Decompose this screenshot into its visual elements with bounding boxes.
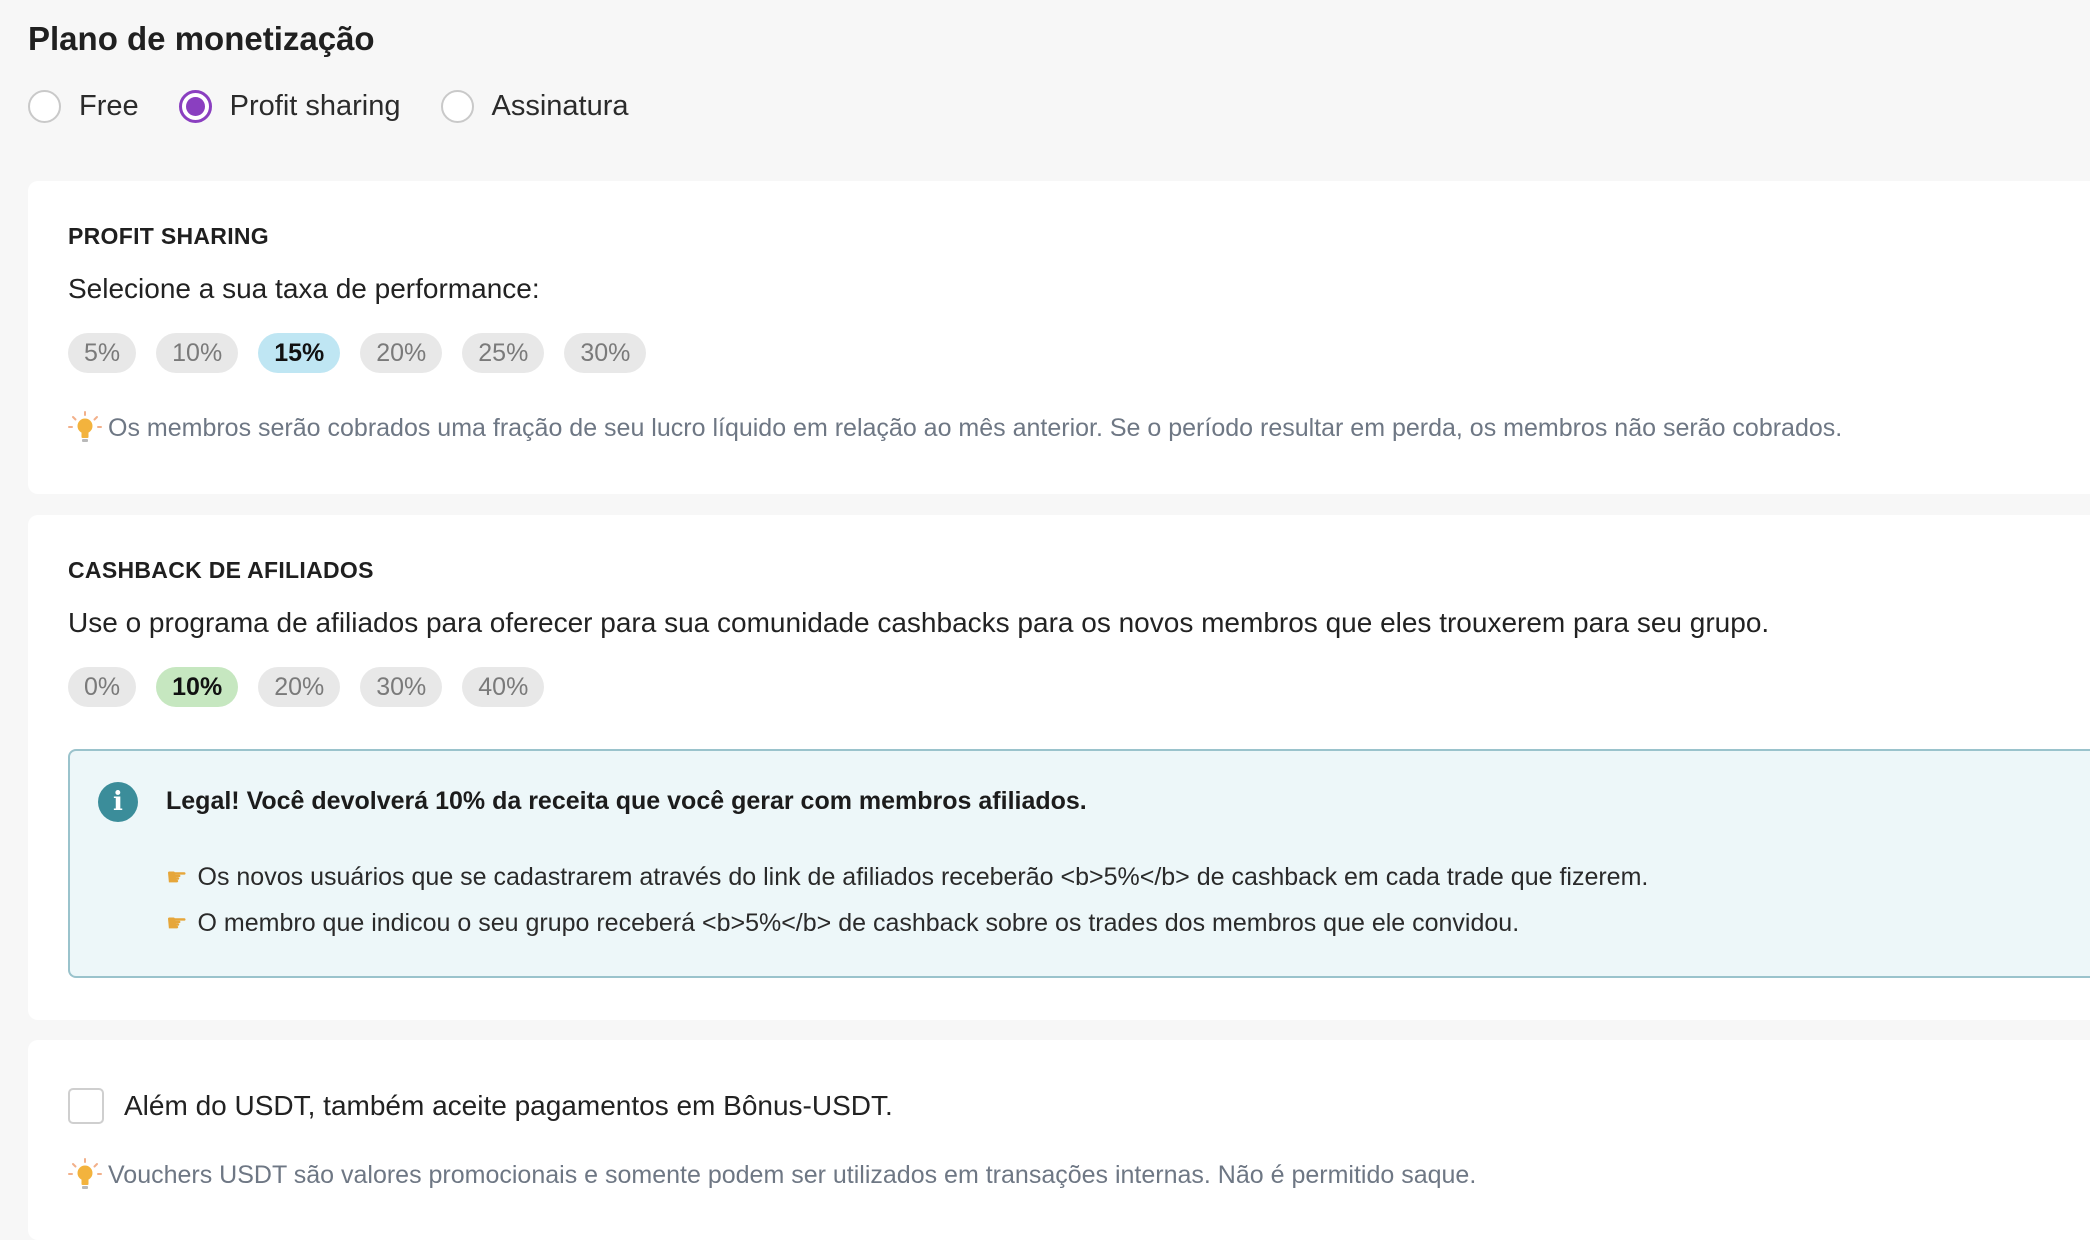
radio-label: Assinatura xyxy=(491,90,629,122)
info-line: ☛ Os novos usuários que se cadastrarem a… xyxy=(166,863,1648,892)
info-icon: i xyxy=(98,782,138,822)
page-title: Plano de monetização xyxy=(28,20,375,57)
info-line: ☛ O membro que indicou o seu grupo receb… xyxy=(166,909,1519,938)
cashback-card: CASHBACK DE AFILIADOS Use o programa de … xyxy=(28,515,2090,1020)
pointing-hand-icon: ☛ xyxy=(166,910,188,937)
lightbulb-icon xyxy=(68,411,102,442)
section-description: Use o programa de afiliados para oferece… xyxy=(68,607,1770,638)
section-description: Selecione a sua taxa de performance: xyxy=(68,273,540,304)
rate-chip-10[interactable]: 10% xyxy=(156,333,239,373)
hint-text: Vouchers USDT são valores promocionais e… xyxy=(108,1160,1477,1189)
radio-free[interactable]: Free xyxy=(28,90,139,123)
cashback-chip-10[interactable]: 10% xyxy=(156,667,239,707)
cashback-chip-20[interactable]: 20% xyxy=(258,667,341,707)
bonus-usdt-checkbox[interactable] xyxy=(68,1088,104,1124)
rate-chip-25[interactable]: 25% xyxy=(462,333,545,373)
radio-dot xyxy=(185,97,205,116)
section-title: CASHBACK DE AFILIADOS xyxy=(68,557,374,583)
cashback-info-box: i Legal! Você devolverá 10% da receita q… xyxy=(68,749,2090,978)
cashback-chip-30[interactable]: 30% xyxy=(360,667,443,707)
plan-radio-group: Free Profit sharing Assinatura xyxy=(28,90,669,123)
rate-chip-30[interactable]: 30% xyxy=(564,333,647,373)
rate-chip-15[interactable]: 15% xyxy=(258,333,341,373)
radio-profit-sharing[interactable]: Profit sharing xyxy=(178,90,401,123)
radio-button[interactable] xyxy=(178,90,212,123)
rate-chip-5[interactable]: 5% xyxy=(68,333,137,373)
section-title: PROFIT SHARING xyxy=(68,223,269,249)
radio-assinatura[interactable]: Assinatura xyxy=(440,90,629,123)
cashback-chip-0[interactable]: 0% xyxy=(68,667,137,707)
pointing-hand-icon: ☛ xyxy=(166,864,188,891)
bonus-usdt-card: Além do USDT, também aceite pagamentos e… xyxy=(28,1040,2090,1240)
hint-text: Os membros serão cobrados uma fração de … xyxy=(108,413,1843,442)
performance-rate-chips: 5% 10% 15% 20% 25% 30% xyxy=(68,333,666,373)
info-line-text: Os novos usuários que se cadastrarem atr… xyxy=(197,863,1649,891)
voucher-hint: Vouchers USDT são valores promocionais e… xyxy=(68,1158,1476,1192)
radio-label: Free xyxy=(79,90,139,122)
performance-hint: Os membros serão cobrados uma fração de … xyxy=(68,411,1842,445)
checkbox-label: Além do USDT, também aceite pagamentos e… xyxy=(124,1090,893,1121)
cashback-chip-40[interactable]: 40% xyxy=(462,667,545,707)
radio-label: Profit sharing xyxy=(229,90,401,122)
lightbulb-icon xyxy=(68,1158,102,1189)
profit-sharing-card: PROFIT SHARING Selecione a sua taxa de p… xyxy=(28,181,2090,494)
radio-button[interactable] xyxy=(440,90,474,123)
info-line-text: O membro que indicou o seu grupo receber… xyxy=(197,909,1520,937)
info-title: Legal! Você devolverá 10% da receita que… xyxy=(166,787,1087,815)
bonus-usdt-checkbox-row[interactable]: Além do USDT, também aceite pagamentos e… xyxy=(68,1088,893,1124)
rate-chip-20[interactable]: 20% xyxy=(360,333,443,373)
cashback-rate-chips: 0% 10% 20% 30% 40% xyxy=(68,667,564,707)
radio-button[interactable] xyxy=(28,90,61,123)
